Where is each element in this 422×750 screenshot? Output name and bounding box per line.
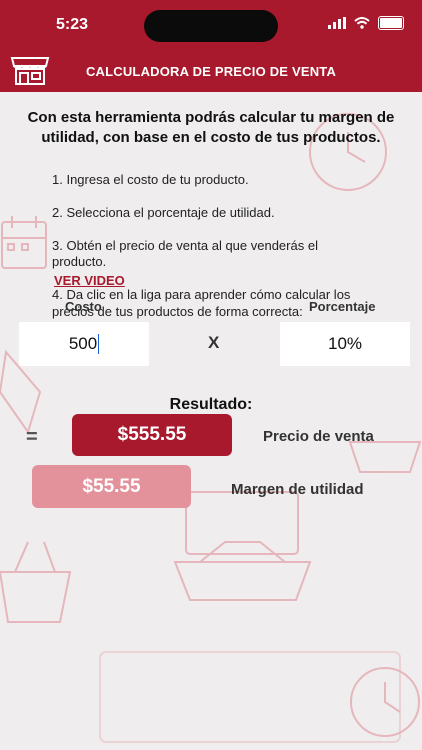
result-title: Resultado: [169, 396, 253, 413]
signal-icon [328, 17, 346, 29]
multiply-operator: X [208, 333, 220, 352]
page-title: CALCULADORA DE PRECIO DE VENTA [85, 64, 337, 79]
sale-price-result: $555.55 [72, 414, 232, 456]
percent-label: Porcentaje [309, 299, 376, 314]
cost-value: 500 [68, 334, 98, 353]
dynamic-island [144, 10, 278, 42]
watch-video-link[interactable]: VER VIDEO [54, 273, 125, 288]
app-header: 5:23 CALCULADORA DE PRECIO DE VENTA [0, 0, 422, 92]
percent-value: 10% [327, 334, 363, 353]
step-2: 2. Selecciona el porcentaje de utilidad. [52, 204, 275, 220]
sale-price-label: Precio de venta [263, 428, 374, 445]
percent-input[interactable]: 10% [280, 322, 410, 366]
step-3: 3. Obtén el precio de venta al que vende… [52, 237, 318, 270]
battery-icon [378, 16, 404, 30]
equals-sign: = [26, 426, 38, 448]
cost-input[interactable]: 500 [19, 322, 149, 366]
status-icons [328, 16, 404, 30]
margin-label: Margen de utilidad [231, 481, 364, 498]
intro-text: Con esta herramienta podrás calcular tu … [27, 109, 395, 146]
cost-label: Costo [65, 299, 102, 314]
margin-result: $55.55 [32, 465, 191, 508]
wifi-icon [354, 17, 370, 29]
step-1: 1. Ingresa el costo de tu producto. [52, 171, 249, 187]
status-time: 5:23 [56, 16, 89, 33]
text-caret [98, 334, 100, 354]
